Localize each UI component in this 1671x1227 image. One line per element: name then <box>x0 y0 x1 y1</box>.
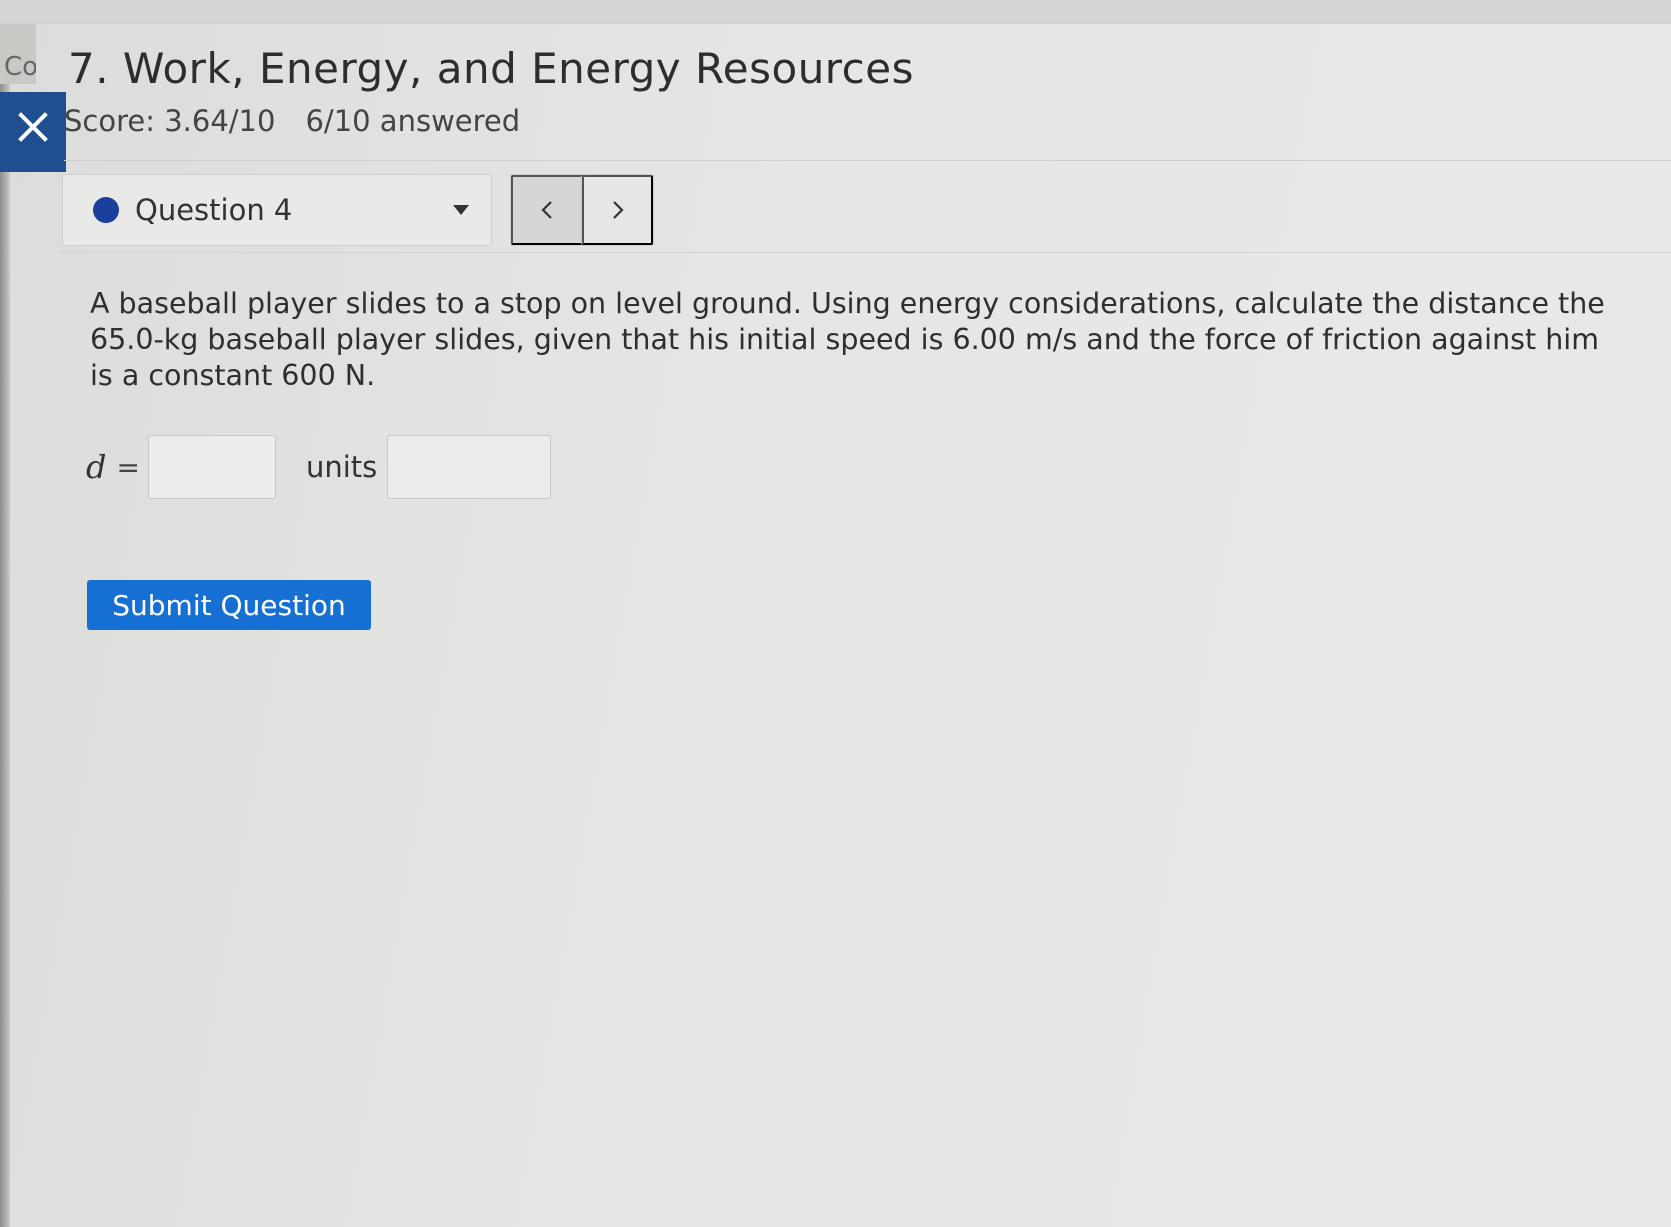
submit-question-button[interactable]: Submit Question <box>87 580 371 630</box>
units-input[interactable] <box>387 435 552 499</box>
question-text: A baseball player slides to a stop on le… <box>90 287 1605 392</box>
close-icon <box>18 112 48 142</box>
chevron-left-icon <box>541 201 552 219</box>
units-label: units <box>305 450 378 484</box>
question-status-dot-icon <box>93 197 119 223</box>
close-button[interactable] <box>0 92 66 172</box>
previous-question-button[interactable] <box>511 175 582 245</box>
variable-label: d <box>86 448 107 486</box>
score-text: Score: 3.64/10 <box>64 104 276 138</box>
answered-count: 6/10 answered <box>305 104 521 138</box>
question-select-label: Question 4 <box>135 193 293 227</box>
next-question-button[interactable] <box>582 175 653 245</box>
left-edge-shadow <box>0 24 10 1227</box>
side-tab-label: Co <box>4 52 36 82</box>
header-divider <box>64 160 1671 161</box>
equals-sign: = <box>116 450 140 484</box>
browser-top-strip <box>0 0 1671 24</box>
answer-row: d = units <box>86 434 552 500</box>
question-nav-group <box>510 174 654 246</box>
chevron-right-icon <box>612 201 624 219</box>
page-title: 7. Work, Energy, and Energy Resources <box>68 44 914 93</box>
dropdown-caret-icon <box>453 205 469 215</box>
assignment-page: Co 7. Work, Energy, and Energy Resources… <box>0 0 1671 1227</box>
nav-divider <box>62 252 1671 253</box>
score-summary: Score: 3.64/10 6/10 answered <box>64 104 520 138</box>
side-tab[interactable]: Co <box>0 24 36 84</box>
question-select[interactable]: Question 4 <box>62 174 492 246</box>
answer-input[interactable] <box>147 435 276 499</box>
